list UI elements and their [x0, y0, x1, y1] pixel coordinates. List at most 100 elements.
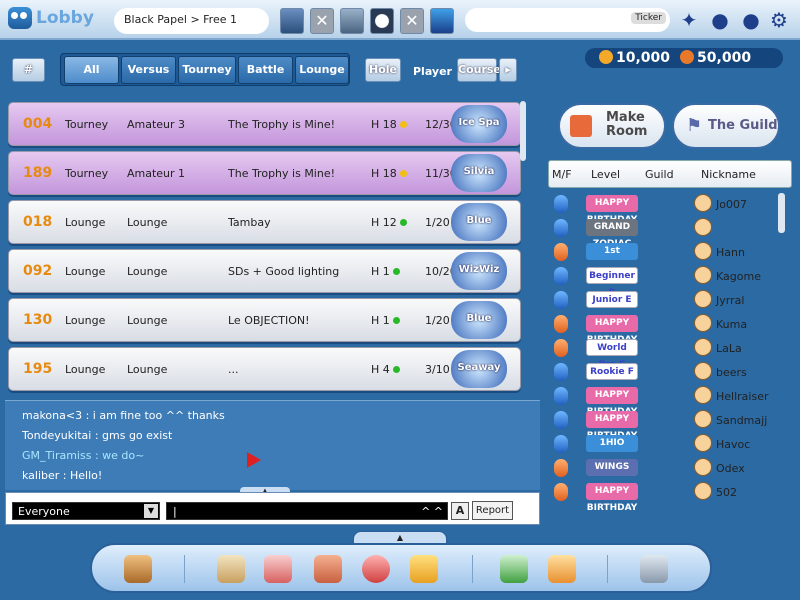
chat-input[interactable]: | ^ ^: [166, 502, 448, 520]
player-row[interactable]: Rookie F beers: [550, 361, 775, 383]
player-row[interactable]: HAPPY BIRTHDAY Hellraiser: [550, 385, 775, 417]
font-size-button[interactable]: A: [451, 502, 469, 520]
sort-next-button[interactable]: ▸: [499, 58, 517, 82]
tab-tourney[interactable]: Tourney: [178, 56, 236, 84]
mf-header[interactable]: M/F: [552, 168, 572, 181]
house-plus-icon: [570, 115, 592, 137]
player-list-scrollbar[interactable]: [778, 193, 785, 233]
exit-door-icon[interactable]: [124, 555, 152, 583]
tab-tourney-label: Tourney: [182, 63, 232, 76]
gender-icon: [554, 195, 568, 213]
player-row[interactable]: HAPPY BIRTHDAY Kuma: [550, 313, 775, 345]
my-room-icon[interactable]: [500, 555, 528, 583]
player-row[interactable]: HAPPY BIRTHDAY 502: [550, 481, 775, 513]
gift-icon[interactable]: [264, 555, 292, 583]
tab-lounge-label: Lounge: [299, 63, 345, 76]
tab-all[interactable]: All: [64, 56, 119, 84]
gender-icon: [554, 483, 568, 501]
empty-slot-icon[interactable]: ✕: [400, 8, 424, 34]
dock-divider: [184, 555, 185, 583]
mailbox-icon[interactable]: [362, 555, 390, 583]
player-nickname: Hellraiser: [716, 390, 769, 403]
club-slot-icon[interactable]: [340, 8, 364, 34]
room-row[interactable]: 189 Tourney Amateur 1 The Trophy is Mine! H …: [8, 151, 521, 195]
room-holes: H 4: [371, 363, 400, 376]
player-row[interactable]: HAPPY BIRTHDAY Sandmajj: [550, 409, 775, 441]
course-badge: Blue Moon: [451, 301, 507, 360]
room-holes-value: H 18: [371, 167, 397, 180]
room-row[interactable]: 092 Lounge Lounge SDs + Good lighting H 1 10/…: [8, 249, 521, 293]
mouse-cursor-icon: [247, 452, 261, 468]
the-guild-button[interactable]: ⚑ The Guild: [672, 103, 780, 149]
player-row[interactable]: HAPPY BIRTHDAY Jo007: [550, 193, 775, 225]
profile-icon[interactable]: ●: [740, 9, 762, 31]
player-row[interactable]: 1HIO Havoc: [550, 433, 775, 455]
empty-slot-icon[interactable]: ✕: [310, 8, 334, 34]
trade-icon[interactable]: [548, 555, 576, 583]
room-row[interactable]: 130 Lounge Lounge Le OBJECTION! H 1 1/20 Blue …: [8, 298, 521, 360]
room-name: Le OBJECTION!: [228, 314, 310, 327]
player-row[interactable]: Beginner B Kagome: [550, 265, 775, 298]
course-badge: Blue Moon: [451, 203, 507, 262]
guild-label: The Guild: [708, 118, 778, 133]
room-tier: Lounge: [127, 363, 168, 376]
room-name: Tambay: [228, 216, 271, 229]
sparkle-icon[interactable]: ✦: [678, 9, 700, 31]
sort-number-button[interactable]: #: [12, 58, 45, 82]
guild-header[interactable]: Guild: [645, 168, 674, 181]
tab-versus[interactable]: Versus: [121, 56, 176, 84]
room-tier: Lounge: [127, 265, 168, 278]
chat-channel-select[interactable]: Everyone ▼: [12, 502, 160, 520]
room-number: 092: [23, 263, 53, 279]
room-row[interactable]: 195 Lounge Lounge... H 4 3/10 Seaway: [8, 347, 521, 391]
room-status-dot: [399, 170, 407, 177]
player-row[interactable]: 1st Hann: [550, 241, 775, 263]
gender-icon: [554, 291, 568, 309]
tab-lounge[interactable]: Lounge: [295, 56, 349, 84]
player-row[interactable]: World Pro E LaLa: [550, 337, 775, 370]
chevron-down-icon[interactable]: ▼: [144, 504, 158, 518]
gear-icon[interactable]: ⚙: [768, 9, 790, 31]
avatar-face-icon: [694, 314, 712, 332]
player-row[interactable]: Junior E Jyrral: [550, 289, 775, 311]
chat-bubble-icon[interactable]: ●: [709, 9, 731, 31]
room-holes-value: H 4: [371, 363, 390, 376]
currency-display: 10,000 50,000: [585, 48, 783, 68]
lucky-cookie-icon[interactable]: [410, 555, 438, 583]
room-row[interactable]: 018 Lounge Lounge Tambay H 12 1/20Blue Moon: [8, 200, 521, 262]
gender-icon: [554, 315, 568, 333]
player-column-label: Player: [413, 65, 452, 78]
item-slot-icon[interactable]: [430, 8, 454, 34]
shop-register-icon[interactable]: [217, 555, 245, 583]
room-holes: H 18: [371, 167, 407, 180]
ball-slot-icon[interactable]: [370, 8, 394, 34]
player-nickname: Hann: [716, 246, 745, 259]
room-list-scrollbar[interactable]: [520, 101, 526, 161]
level-header[interactable]: Level: [591, 168, 620, 181]
room-number: 195: [23, 361, 53, 377]
room-players: 3/10: [425, 363, 450, 376]
room-mode: Tourney: [65, 118, 109, 131]
cookies-display: 50,000: [680, 50, 751, 66]
level-badge: 1HIO: [586, 435, 638, 452]
tab-battle[interactable]: Battle: [238, 56, 293, 84]
level-badge: World Pro E: [586, 339, 638, 370]
settings-device-icon[interactable]: [640, 555, 668, 583]
make-room-button[interactable]: Make Room: [558, 103, 666, 149]
lobby-logo: Lobby: [8, 7, 94, 29]
room-row[interactable]: 004 Tourney Amateur 3 The Trophy is Mine! H …: [8, 102, 521, 146]
player-row[interactable]: WINGS Odex: [550, 457, 775, 479]
sort-course-button[interactable]: Course: [457, 58, 501, 82]
scratch-card-icon[interactable]: [314, 555, 342, 583]
report-button[interactable]: Report: [472, 501, 513, 520]
ticker-bar[interactable]: Ticker: [465, 8, 670, 32]
emoticon-toggle[interactable]: ^ ^: [421, 505, 443, 518]
nickname-header[interactable]: Nickname: [701, 168, 756, 181]
room-holes: H 12: [371, 216, 407, 229]
player-row[interactable]: GRAND ZODIAC: [550, 217, 775, 249]
avatar-slot-1[interactable]: [280, 8, 304, 34]
gender-icon: [554, 411, 568, 429]
level-badge: HAPPY BIRTHDAY: [586, 195, 638, 225]
sort-hole-button[interactable]: Hole: [365, 58, 401, 82]
cookie-icon: [680, 50, 695, 64]
